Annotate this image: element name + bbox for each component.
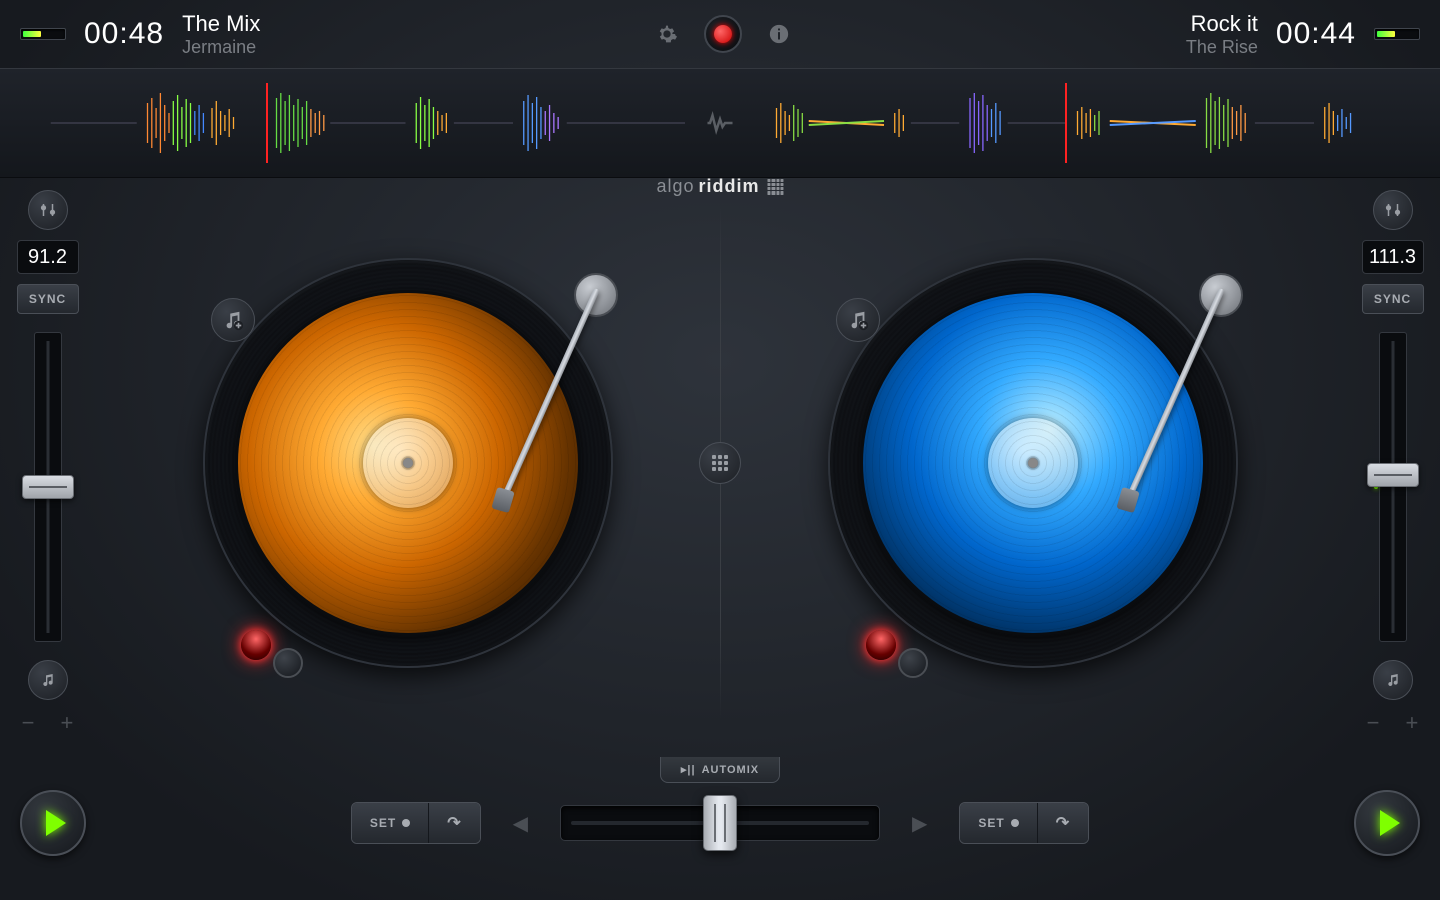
brand-grid-icon <box>768 179 784 195</box>
vinyl-pin-left <box>403 458 413 468</box>
add-track-button-left[interactable] <box>211 298 255 342</box>
time-right: 00:44 <box>1276 17 1356 51</box>
track-artist-left: Jermaine <box>182 37 260 58</box>
play-icon <box>46 810 66 836</box>
side-panel-right: 111.3 SYNC − + <box>1345 178 1440 748</box>
play-button-left[interactable] <box>20 790 86 856</box>
brand-logo: algoriddim <box>656 176 783 197</box>
dot-icon <box>402 819 410 827</box>
waveform-left[interactable] <box>40 83 685 163</box>
cue-light-right <box>866 630 896 660</box>
play-icon <box>1380 810 1400 836</box>
tonearm-right <box>1213 233 1263 333</box>
time-left: 00:48 <box>84 17 164 51</box>
info-icon[interactable] <box>764 19 794 49</box>
turntable-left <box>183 238 633 688</box>
redo-icon: ↷ <box>1056 813 1070 833</box>
top-center <box>652 15 794 53</box>
track-info-right[interactable]: Rock it The Rise <box>1186 11 1258 58</box>
vinyl-label-right <box>988 418 1078 508</box>
cue-light-left <box>241 630 271 660</box>
play-button-right[interactable] <box>1354 790 1420 856</box>
nudge-back-left[interactable]: ◀ <box>501 811 540 836</box>
start-stop-knob-right[interactable] <box>898 648 928 678</box>
cue-group-right: SET ↷ <box>959 802 1089 844</box>
track-title-right: Rock it <box>1186 11 1258 37</box>
key-button-right[interactable] <box>1373 660 1413 700</box>
pitch-plus-right[interactable]: + <box>1406 710 1419 736</box>
pitch-minus-left[interactable]: − <box>22 710 35 736</box>
cue-set-button-right[interactable]: SET <box>960 803 1036 843</box>
vinyl-pin-right <box>1028 458 1038 468</box>
cue-set-button-left[interactable]: SET <box>352 803 428 843</box>
cue-jump-button-left[interactable]: ↷ <box>428 803 479 843</box>
eq-button-right[interactable] <box>1373 190 1413 230</box>
bottom-bar: SET ↷ ◀ ▸|| AUTOMIX ▶ SET ↷ <box>0 748 1440 898</box>
top-bar: 00:48 The Mix Jermaine Rock it The Rise … <box>0 0 1440 68</box>
pitch-minus-right[interactable]: − <box>1367 710 1380 736</box>
sync-button-left[interactable]: SYNC <box>17 284 79 314</box>
playhead-left <box>266 83 268 163</box>
pitch-plus-left[interactable]: + <box>61 710 74 736</box>
tempo-slider-right[interactable] <box>1379 332 1407 642</box>
crossfader[interactable] <box>560 805 880 841</box>
bpm-left[interactable]: 91.2 <box>17 240 79 274</box>
level-meter-left <box>20 28 66 40</box>
settings-icon[interactable] <box>652 19 682 49</box>
track-artist-right: The Rise <box>1186 37 1258 58</box>
automix-play-icon: ▸|| <box>681 763 696 776</box>
eq-button-left[interactable] <box>28 190 68 230</box>
start-stop-knob-left[interactable] <box>273 648 303 678</box>
track-info-left[interactable]: The Mix Jermaine <box>182 11 260 58</box>
tonearm-left <box>588 233 638 333</box>
automix-button[interactable]: ▸|| AUTOMIX <box>660 757 780 783</box>
waveform-right[interactable] <box>755 83 1400 163</box>
vinyl-right[interactable] <box>863 293 1203 633</box>
pitch-nudge-left: − + <box>22 710 74 736</box>
level-meter-right <box>1374 28 1420 40</box>
cue-group-left: SET ↷ <box>351 802 481 844</box>
brand-prefix: algo <box>656 176 694 197</box>
redo-icon: ↷ <box>447 813 461 833</box>
record-button[interactable] <box>704 15 742 53</box>
waveform-view-icon[interactable] <box>705 108 735 138</box>
nudge-forward-right[interactable]: ▶ <box>900 811 939 836</box>
vinyl-label-left <box>363 418 453 508</box>
main-deck-area: 91.2 SYNC − + algoriddim <box>0 178 1440 748</box>
top-right: Rock it The Rise 00:44 <box>1186 11 1420 58</box>
tempo-slider-left[interactable] <box>34 332 62 642</box>
deck-area: algoriddim <box>95 178 1345 748</box>
top-left: 00:48 The Mix Jermaine <box>20 11 260 58</box>
bpm-right[interactable]: 111.3 <box>1362 240 1424 274</box>
add-track-button-right[interactable] <box>836 298 880 342</box>
crossfader-handle[interactable] <box>703 795 737 851</box>
tempo-handle-left[interactable] <box>22 475 74 499</box>
sync-button-right[interactable]: SYNC <box>1362 284 1424 314</box>
cue-jump-button-right[interactable]: ↷ <box>1037 803 1088 843</box>
tempo-handle-right[interactable] <box>1367 463 1419 487</box>
dot-icon <box>1011 819 1019 827</box>
track-title-left: The Mix <box>182 11 260 37</box>
key-button-left[interactable] <box>28 660 68 700</box>
crossfader-section: ▸|| AUTOMIX <box>560 805 880 841</box>
playhead-right <box>1065 83 1067 163</box>
turntable-right <box>808 238 1258 688</box>
side-panel-left: 91.2 SYNC − + <box>0 178 95 748</box>
brand-suffix: riddim <box>699 176 760 197</box>
waveform-row <box>0 68 1440 178</box>
pitch-nudge-right: − + <box>1367 710 1419 736</box>
sampler-grid-button[interactable] <box>699 442 741 484</box>
vinyl-left[interactable] <box>238 293 578 633</box>
